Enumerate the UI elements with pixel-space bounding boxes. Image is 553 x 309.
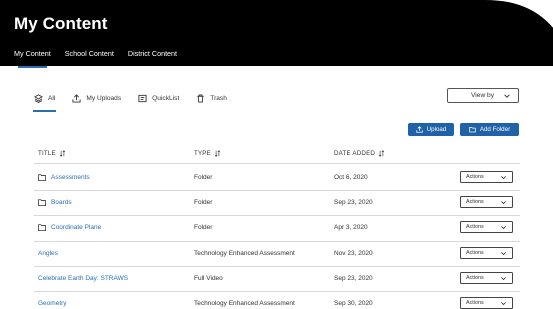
row-date: Apr 3, 2020 bbox=[334, 224, 368, 231]
row-title-link[interactable]: Coordinate Plane bbox=[38, 224, 101, 231]
table-row[interactable]: Geometry Technology Enhanced Assessment … bbox=[34, 292, 520, 309]
row-type: Technology Enhanced Assessment bbox=[194, 300, 295, 307]
row-title-link[interactable]: Geometry bbox=[38, 300, 67, 307]
row-title-link[interactable]: Boards bbox=[38, 199, 72, 206]
column-header-title[interactable]: TITLE bbox=[38, 150, 66, 157]
row-type: Folder bbox=[194, 224, 213, 231]
content-scope-tabs: My Content School Content District Conte… bbox=[14, 49, 177, 68]
actions-dropdown[interactable]: Actions bbox=[460, 171, 513, 183]
row-date: Oct 6, 2020 bbox=[334, 174, 368, 181]
chevron-down-icon bbox=[501, 252, 506, 256]
actions-dropdown[interactable]: Actions bbox=[460, 247, 513, 259]
actions-label: Actions bbox=[466, 250, 484, 256]
row-date: Sep 23, 2020 bbox=[334, 199, 373, 206]
actions-dropdown[interactable]: Actions bbox=[460, 272, 513, 284]
add-folder-button-label: Add Folder bbox=[479, 126, 511, 133]
actions-label: Actions bbox=[466, 224, 484, 230]
row-type: Folder bbox=[194, 174, 213, 181]
upload-button-label: Upload bbox=[426, 126, 447, 133]
row-title: Boards bbox=[51, 199, 72, 206]
filter-tab-trash[interactable]: Trash bbox=[196, 91, 227, 105]
upload-icon bbox=[72, 93, 81, 103]
filter-tab-quicklist[interactable]: QuickList bbox=[138, 91, 179, 105]
row-title: Angles bbox=[38, 250, 58, 257]
table-row[interactable]: Boards Folder Sep 23, 2020 Actions bbox=[34, 191, 520, 216]
folder-icon bbox=[469, 127, 476, 133]
row-date: Sep 30, 2020 bbox=[334, 300, 373, 307]
row-title: Coordinate Plane bbox=[51, 224, 102, 231]
tab-school-content[interactable]: School Content bbox=[65, 49, 114, 64]
column-header-type[interactable]: TYPE bbox=[194, 150, 221, 157]
chevron-down-icon bbox=[501, 277, 506, 281]
tab-my-content[interactable]: My Content bbox=[14, 49, 51, 68]
column-header-date-added[interactable]: DATE ADDED bbox=[334, 150, 385, 157]
row-title-link[interactable]: Angles bbox=[38, 250, 58, 257]
chevron-down-icon bbox=[501, 302, 506, 306]
folder-icon bbox=[38, 224, 46, 231]
filter-tab-all[interactable]: All bbox=[32, 91, 57, 112]
view-by-dropdown[interactable]: View by bbox=[447, 88, 519, 103]
chevron-down-icon bbox=[504, 94, 510, 98]
filter-label-my-uploads: My Uploads bbox=[86, 94, 122, 102]
table-row[interactable]: Coordinate Plane Folder Apr 3, 2020 Acti… bbox=[34, 216, 520, 241]
chevron-down-icon bbox=[501, 201, 506, 205]
sort-icon bbox=[378, 150, 385, 157]
tab-district-content[interactable]: District Content bbox=[128, 49, 177, 64]
view-by-label: View by bbox=[471, 92, 494, 99]
actions-dropdown[interactable]: Actions bbox=[460, 196, 513, 208]
table-row[interactable]: Assessments Folder Oct 6, 2020 Actions bbox=[34, 166, 520, 191]
upload-button[interactable]: Upload bbox=[408, 123, 454, 136]
list-icon bbox=[138, 94, 147, 102]
chevron-down-icon bbox=[501, 226, 506, 230]
filter-label-trash: Trash bbox=[210, 94, 227, 102]
table-header: TITLE TYPE DATE ADDED bbox=[38, 148, 520, 162]
actions-label: Actions bbox=[466, 199, 484, 205]
row-title: Geometry bbox=[38, 300, 67, 307]
column-type-label: TYPE bbox=[194, 150, 211, 157]
actions-label: Actions bbox=[466, 300, 484, 306]
layers-icon bbox=[34, 93, 43, 103]
row-type: Folder bbox=[194, 199, 213, 206]
row-type: Technology Enhanced Assessment bbox=[194, 250, 295, 257]
add-folder-button[interactable]: Add Folder bbox=[460, 123, 519, 136]
row-type: Full Video bbox=[194, 275, 223, 282]
row-title: Assessments bbox=[51, 174, 90, 181]
column-title-label: TITLE bbox=[38, 150, 56, 157]
actions-label: Actions bbox=[466, 275, 484, 281]
actions-dropdown[interactable]: Actions bbox=[460, 221, 513, 233]
folder-icon bbox=[38, 174, 46, 181]
row-title: Celebrate Earth Day: STRAWS bbox=[38, 275, 129, 282]
sort-icon bbox=[214, 150, 221, 157]
filter-label-all: All bbox=[48, 94, 56, 102]
table-row[interactable]: Angles Technology Enhanced Assessment No… bbox=[34, 242, 520, 267]
column-date-label: DATE ADDED bbox=[334, 150, 376, 157]
filter-label-quicklist: QuickList bbox=[152, 94, 180, 102]
chevron-down-icon bbox=[501, 176, 506, 180]
row-date: Nov 23, 2020 bbox=[334, 250, 373, 257]
table-row[interactable]: Celebrate Earth Day: STRAWS Full Video S… bbox=[34, 267, 520, 292]
upload-icon bbox=[416, 126, 423, 133]
actions-label: Actions bbox=[466, 174, 484, 180]
row-title-link[interactable]: Celebrate Earth Day: STRAWS bbox=[38, 275, 128, 282]
sort-icon bbox=[59, 150, 66, 157]
trash-icon bbox=[197, 93, 204, 103]
row-title-link[interactable]: Assessments bbox=[38, 174, 90, 181]
actions-dropdown[interactable]: Actions bbox=[460, 297, 513, 309]
divider bbox=[34, 163, 520, 164]
filter-tabs: All My Uploads QuickList Trash bbox=[32, 91, 227, 112]
folder-icon bbox=[38, 199, 46, 206]
row-date: Sep 23, 2020 bbox=[334, 275, 373, 282]
page-title: My Content bbox=[14, 14, 108, 33]
filter-tab-my-uploads[interactable]: My Uploads bbox=[72, 91, 121, 105]
header-curve-decoration bbox=[440, 0, 553, 28]
